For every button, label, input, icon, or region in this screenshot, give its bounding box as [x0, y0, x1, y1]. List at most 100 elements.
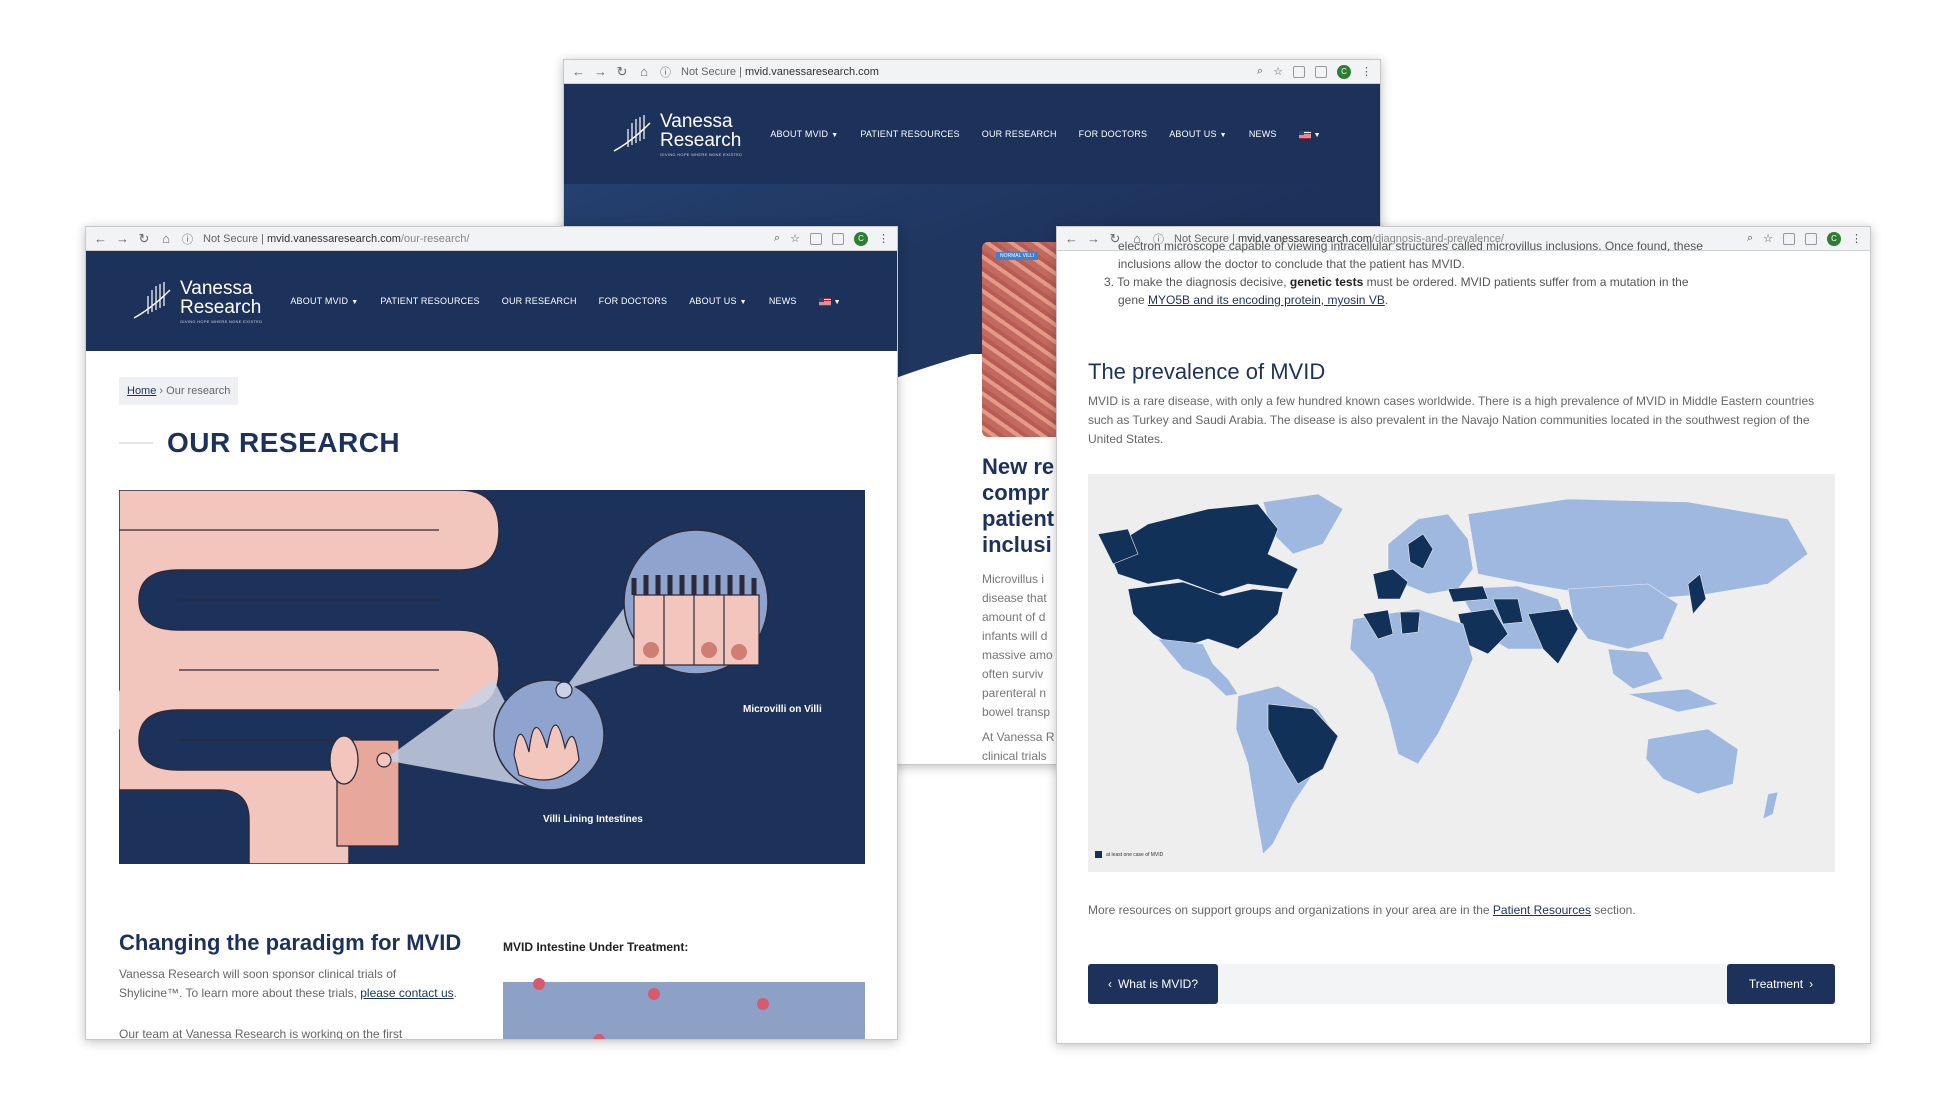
nav-item-patient-resources[interactable]: PATIENT RESOURCES [380, 296, 479, 306]
caret-down-icon: ▼ [739, 299, 747, 306]
myo5b-link[interactable]: MYO5B and its encoding protein, myosin V… [1148, 293, 1385, 307]
intestine-diagram: Microvilli on Villi Villi Lining Intesti… [119, 490, 865, 864]
prevalence-body: MVID is a rare disease, with only a few … [1088, 394, 1815, 446]
image-tag: NORMAL VILLI [996, 252, 1039, 260]
reload-icon[interactable]: ↻ [138, 231, 150, 247]
profile-avatar[interactable]: C [1337, 64, 1351, 79]
resources-note: More resources on support groups and org… [1088, 903, 1636, 917]
nav-item-patient-resources[interactable]: PATIENT RESOURCES [860, 129, 959, 139]
nav-label: ABOUT US [689, 296, 737, 306]
profile-avatar[interactable]: C [854, 231, 868, 246]
nav-label: ABOUT MVID [770, 129, 829, 139]
sail-logo-icon [133, 282, 171, 319]
zoom-icon[interactable]: ⌕ [774, 232, 780, 245]
page-title-row: OUR RESEARCH [119, 427, 400, 459]
title-divider [119, 442, 153, 444]
page-title: OUR RESEARCH [167, 427, 401, 458]
list-text: . [1384, 293, 1389, 307]
logo-name: Vanessa [180, 277, 253, 299]
legend-swatch [1095, 851, 1102, 858]
site-header: Vanessa Research GIVING HOPE WHERE NONE … [86, 251, 897, 351]
main-nav: ABOUT MVID ▼ PATIENT RESOURCES OUR RESEAR… [770, 129, 1320, 139]
map-legend: at least one case of MVID [1095, 851, 1163, 858]
url-domain: mvid.vanessaresearch.com [745, 65, 879, 78]
address-bar[interactable]: Not Secure | mvid.vanessaresearch.com/ou… [203, 233, 469, 245]
caret-down-icon: ▼ [833, 299, 841, 306]
bookmark-star-icon[interactable]: ☆ [1273, 65, 1283, 78]
logo-tagline: GIVING HOPE WHERE NONE EXISTED [660, 151, 743, 157]
list-text: must be ordered. MVID patients suffer fr… [1363, 275, 1689, 289]
logo-name: Vanessa [660, 110, 733, 132]
security-label: Not Secure [681, 65, 737, 78]
nav-item-about-us[interactable]: ABOUT US ▼ [689, 296, 747, 306]
intestine-illustration: Microvilli on Villi Villi Lining Intesti… [119, 490, 865, 864]
menu-dots-icon[interactable]: ⋮ [1851, 232, 1862, 245]
browser-toolbar: ← → ↻ ⌂ ⓘ Not Secure | mvid.vanessaresea… [86, 227, 897, 251]
nav-item-about-mvid[interactable]: ABOUT MVID ▼ [290, 296, 358, 306]
list-item: electron microscope capable of viewing i… [1088, 237, 1848, 273]
forward-arrow-icon[interactable]: → [594, 64, 607, 79]
back-arrow-icon[interactable]: ← [572, 64, 585, 79]
extension-icon[interactable] [1293, 65, 1305, 78]
section-body: Vanessa Research will soon sponsor clini… [119, 965, 459, 1003]
nav-item-our-research[interactable]: OUR RESEARCH [502, 296, 577, 306]
logo-tagline: GIVING HOPE WHERE NONE EXISTED [180, 318, 263, 324]
home-icon[interactable]: ⌂ [638, 64, 650, 79]
nav-item-our-research[interactable]: OUR RESEARCH [982, 129, 1057, 139]
treatment-label: MVID Intestine Under Treatment: [503, 940, 689, 954]
contact-us-link[interactable]: please contact us [360, 986, 453, 1000]
nav-item-for-doctors[interactable]: FOR DOCTORS [599, 296, 668, 306]
prev-button-label: What is MVID? [1117, 977, 1198, 991]
nav-item-news[interactable]: NEWS [769, 296, 797, 306]
page-navigation: ‹ What is MVID? Treatment › [1088, 964, 1835, 1004]
nav-item-about-mvid[interactable]: ABOUT MVID ▼ [770, 129, 838, 139]
address-bar[interactable]: Not Secure | mvid.vanessaresearch.com [681, 66, 879, 78]
next-button-label: Treatment [1748, 977, 1804, 991]
zoom-icon[interactable]: ⌕ [1257, 65, 1263, 78]
bookmark-star-icon[interactable]: ☆ [790, 232, 800, 245]
prevalence-heading: The prevalence of MVID [1088, 359, 1326, 384]
language-selector[interactable]: ▼ [1298, 129, 1321, 139]
next-page-button[interactable]: Treatment › [1727, 964, 1835, 1004]
forward-arrow-icon[interactable]: → [116, 231, 129, 246]
info-icon[interactable]: ⓘ [182, 231, 193, 247]
label-villi: Villi Lining Intestines [543, 814, 643, 825]
home-icon[interactable]: ⌂ [160, 231, 172, 246]
legend-label: at least one case of MVID [1106, 851, 1164, 858]
url-path: /our-research/ [400, 232, 470, 245]
list-text: electron microscope capable of viewing i… [1118, 239, 1703, 253]
world-map: at least one case of MVID [1088, 474, 1835, 872]
logo-name: Research [180, 296, 262, 318]
cell-dot [757, 998, 769, 1010]
info-icon[interactable]: ⓘ [660, 64, 671, 80]
treatment-image [503, 978, 865, 1039]
extension-icon[interactable] [832, 232, 844, 245]
note-text: section. [1590, 903, 1636, 917]
nav-item-news[interactable]: NEWS [1249, 129, 1277, 139]
site-logo[interactable]: Vanessa Research GIVING HOPE WHERE NONE … [610, 111, 742, 157]
extension-icon[interactable] [1315, 65, 1327, 78]
nav-item-for-doctors[interactable]: FOR DOCTORS [1079, 129, 1148, 139]
menu-dots-icon[interactable]: ⋮ [1361, 65, 1372, 78]
back-arrow-icon[interactable]: ← [1065, 231, 1078, 246]
logo-name: Research [660, 129, 742, 151]
cell-dot [648, 988, 660, 1000]
sail-logo-icon [613, 115, 651, 152]
list-item-continued: gene MYO5B and its encoding protein, myo… [1088, 291, 1848, 309]
prev-page-button[interactable]: ‹ What is MVID? [1088, 964, 1218, 1004]
extension-icon[interactable] [810, 232, 822, 245]
back-arrow-icon[interactable]: ← [94, 231, 107, 246]
reload-icon[interactable]: ↻ [616, 64, 628, 80]
site-header: Vanessa Research GIVING HOPE WHERE NONE … [564, 84, 1380, 184]
patient-resources-link[interactable]: Patient Resources [1493, 903, 1591, 917]
breadcrumb-separator: › [159, 385, 164, 397]
body-text: . [453, 986, 457, 1000]
note-text: More resources on support groups and org… [1088, 903, 1493, 917]
menu-dots-icon[interactable]: ⋮ [878, 232, 889, 245]
site-logo[interactable]: Vanessa Research GIVING HOPE WHERE NONE … [130, 278, 262, 324]
language-selector[interactable]: ▼ [818, 296, 841, 306]
nav-item-about-us[interactable]: ABOUT US ▼ [1169, 129, 1227, 139]
browser-window-prevalence: ← → ↻ ⌂ ⓘ Not Secure | mvid.vanessaresea… [1056, 226, 1871, 1044]
breadcrumb-home-link[interactable]: Home [127, 385, 156, 397]
main-nav: ABOUT MVID ▼ PATIENT RESOURCES OUR RESEAR… [290, 296, 840, 306]
